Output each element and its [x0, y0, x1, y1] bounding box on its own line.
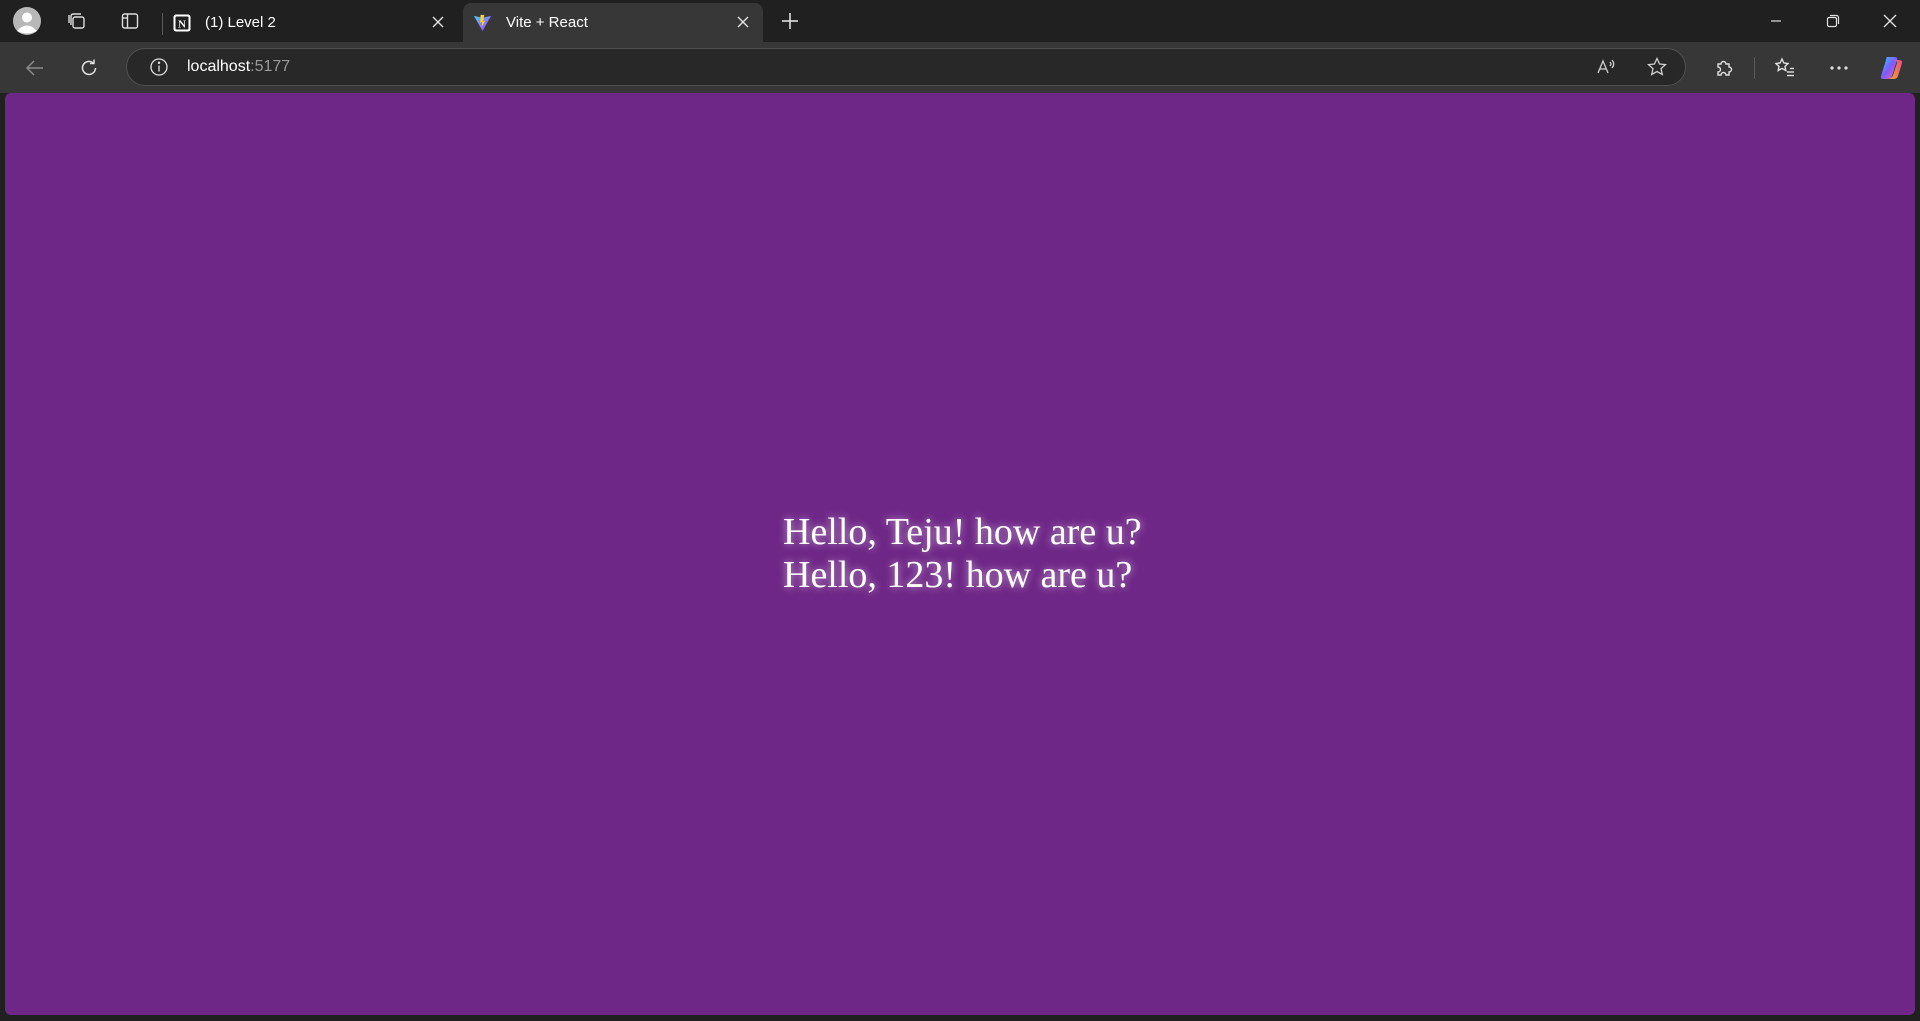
- minimize-icon: [1771, 20, 1781, 22]
- vertical-tabs-icon: [121, 13, 139, 29]
- close-tab-button[interactable]: [733, 12, 753, 32]
- copilot-button[interactable]: [1874, 50, 1910, 86]
- profile-button[interactable]: [11, 5, 43, 37]
- more-horizontal-icon: [1830, 66, 1848, 70]
- arrow-left-icon: [25, 60, 43, 76]
- greeting-line-1: Hello, Teju! how are u?: [783, 511, 1142, 553]
- notion-icon: N: [172, 13, 191, 32]
- favorites-button[interactable]: [1767, 50, 1803, 86]
- back-button[interactable]: [17, 50, 53, 86]
- tab-vite-react[interactable]: Vite + React: [463, 3, 763, 42]
- svg-text:N: N: [178, 18, 186, 30]
- restore-icon: [1826, 14, 1840, 28]
- read-aloud-icon: [1597, 59, 1615, 74]
- copilot-icon: [1880, 57, 1903, 79]
- favorite-button[interactable]: [1643, 53, 1671, 81]
- refresh-icon: [81, 59, 97, 76]
- workspaces-button[interactable]: [61, 5, 93, 37]
- browser-toolbar: localhost:5177: [0, 42, 1920, 93]
- close-icon: [737, 16, 749, 28]
- minimize-button[interactable]: [1748, 0, 1804, 42]
- tab-level-2[interactable]: N (1) Level 2: [162, 3, 458, 42]
- tab-strip: N (1) Level 2 Vite + React: [0, 0, 1920, 42]
- url-port: :5177: [250, 58, 291, 75]
- extensions-button[interactable]: [1706, 50, 1742, 86]
- vite-icon: [473, 13, 492, 32]
- workspaces-icon: [68, 13, 85, 29]
- close-icon: [432, 16, 444, 28]
- avatar-icon: [13, 7, 41, 35]
- puzzle-icon: [1717, 60, 1733, 76]
- refresh-button[interactable]: [71, 50, 107, 86]
- close-window-button[interactable]: [1862, 0, 1918, 42]
- tab-title: Vite + React: [506, 14, 588, 31]
- vertical-tabs-button[interactable]: [114, 5, 146, 37]
- star-icon: [1647, 57, 1667, 76]
- page-viewport: Hello, Teju! how are u? Hello, 123! how …: [5, 93, 1915, 1015]
- plus-icon: [782, 13, 798, 29]
- close-tab-button[interactable]: [428, 12, 448, 32]
- tab-title: (1) Level 2: [205, 14, 276, 31]
- close-icon: [1883, 14, 1897, 28]
- address-bar[interactable]: localhost:5177: [126, 48, 1686, 86]
- toolbar-divider: [1754, 57, 1755, 79]
- greeting-block: Hello, Teju! how are u? Hello, 123! how …: [783, 511, 1142, 597]
- more-menu-button[interactable]: [1821, 50, 1857, 86]
- restore-button[interactable]: [1805, 0, 1861, 42]
- greeting-line-2: Hello, 123! how are u?: [783, 554, 1133, 596]
- site-info-icon[interactable]: [145, 53, 173, 81]
- url-text[interactable]: localhost:5177: [187, 49, 290, 85]
- favorites-list-icon: [1774, 57, 1794, 77]
- new-tab-button[interactable]: [774, 5, 806, 37]
- url-host: localhost: [187, 58, 251, 75]
- read-aloud-button[interactable]: [1593, 53, 1621, 81]
